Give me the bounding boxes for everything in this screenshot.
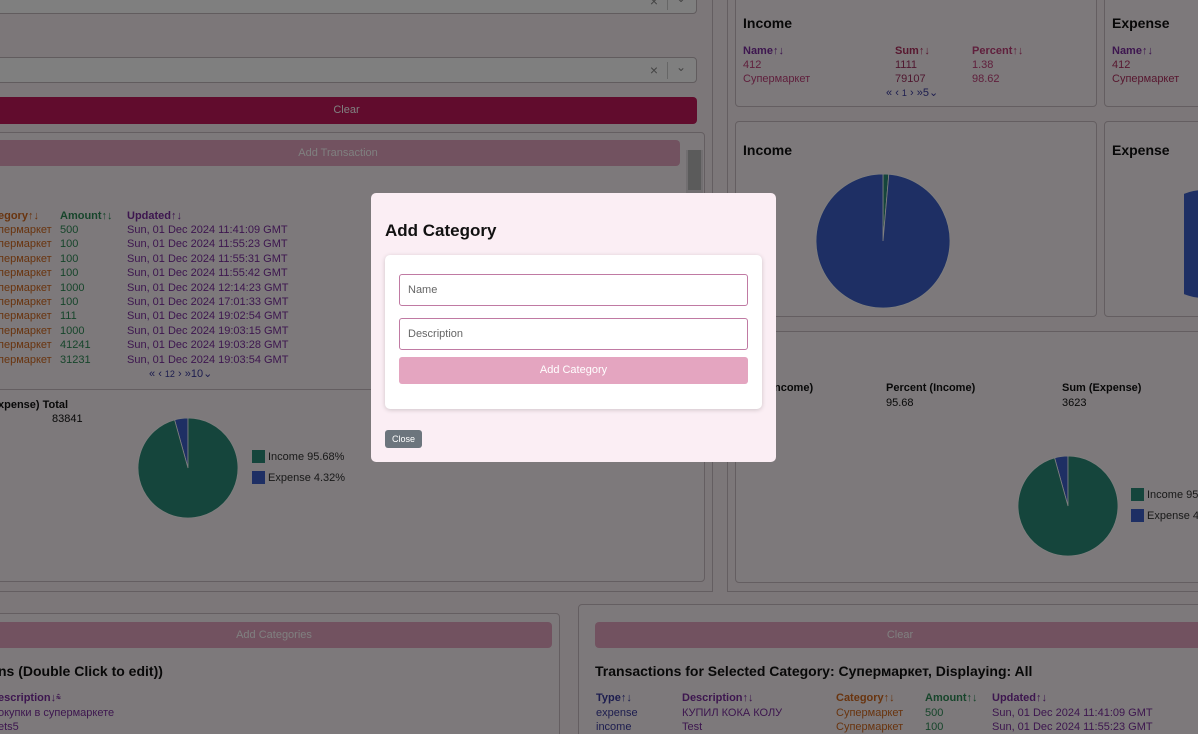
add-category-form: Add Category	[385, 255, 762, 409]
close-button[interactable]: Close	[385, 430, 422, 448]
category-name-input[interactable]	[399, 274, 748, 306]
add-category-modal: Add Category Add Category Close	[371, 193, 776, 462]
add-category-submit-button[interactable]: Add Category	[399, 357, 748, 384]
category-description-input[interactable]	[399, 318, 748, 350]
modal-title: Add Category	[385, 221, 497, 240]
